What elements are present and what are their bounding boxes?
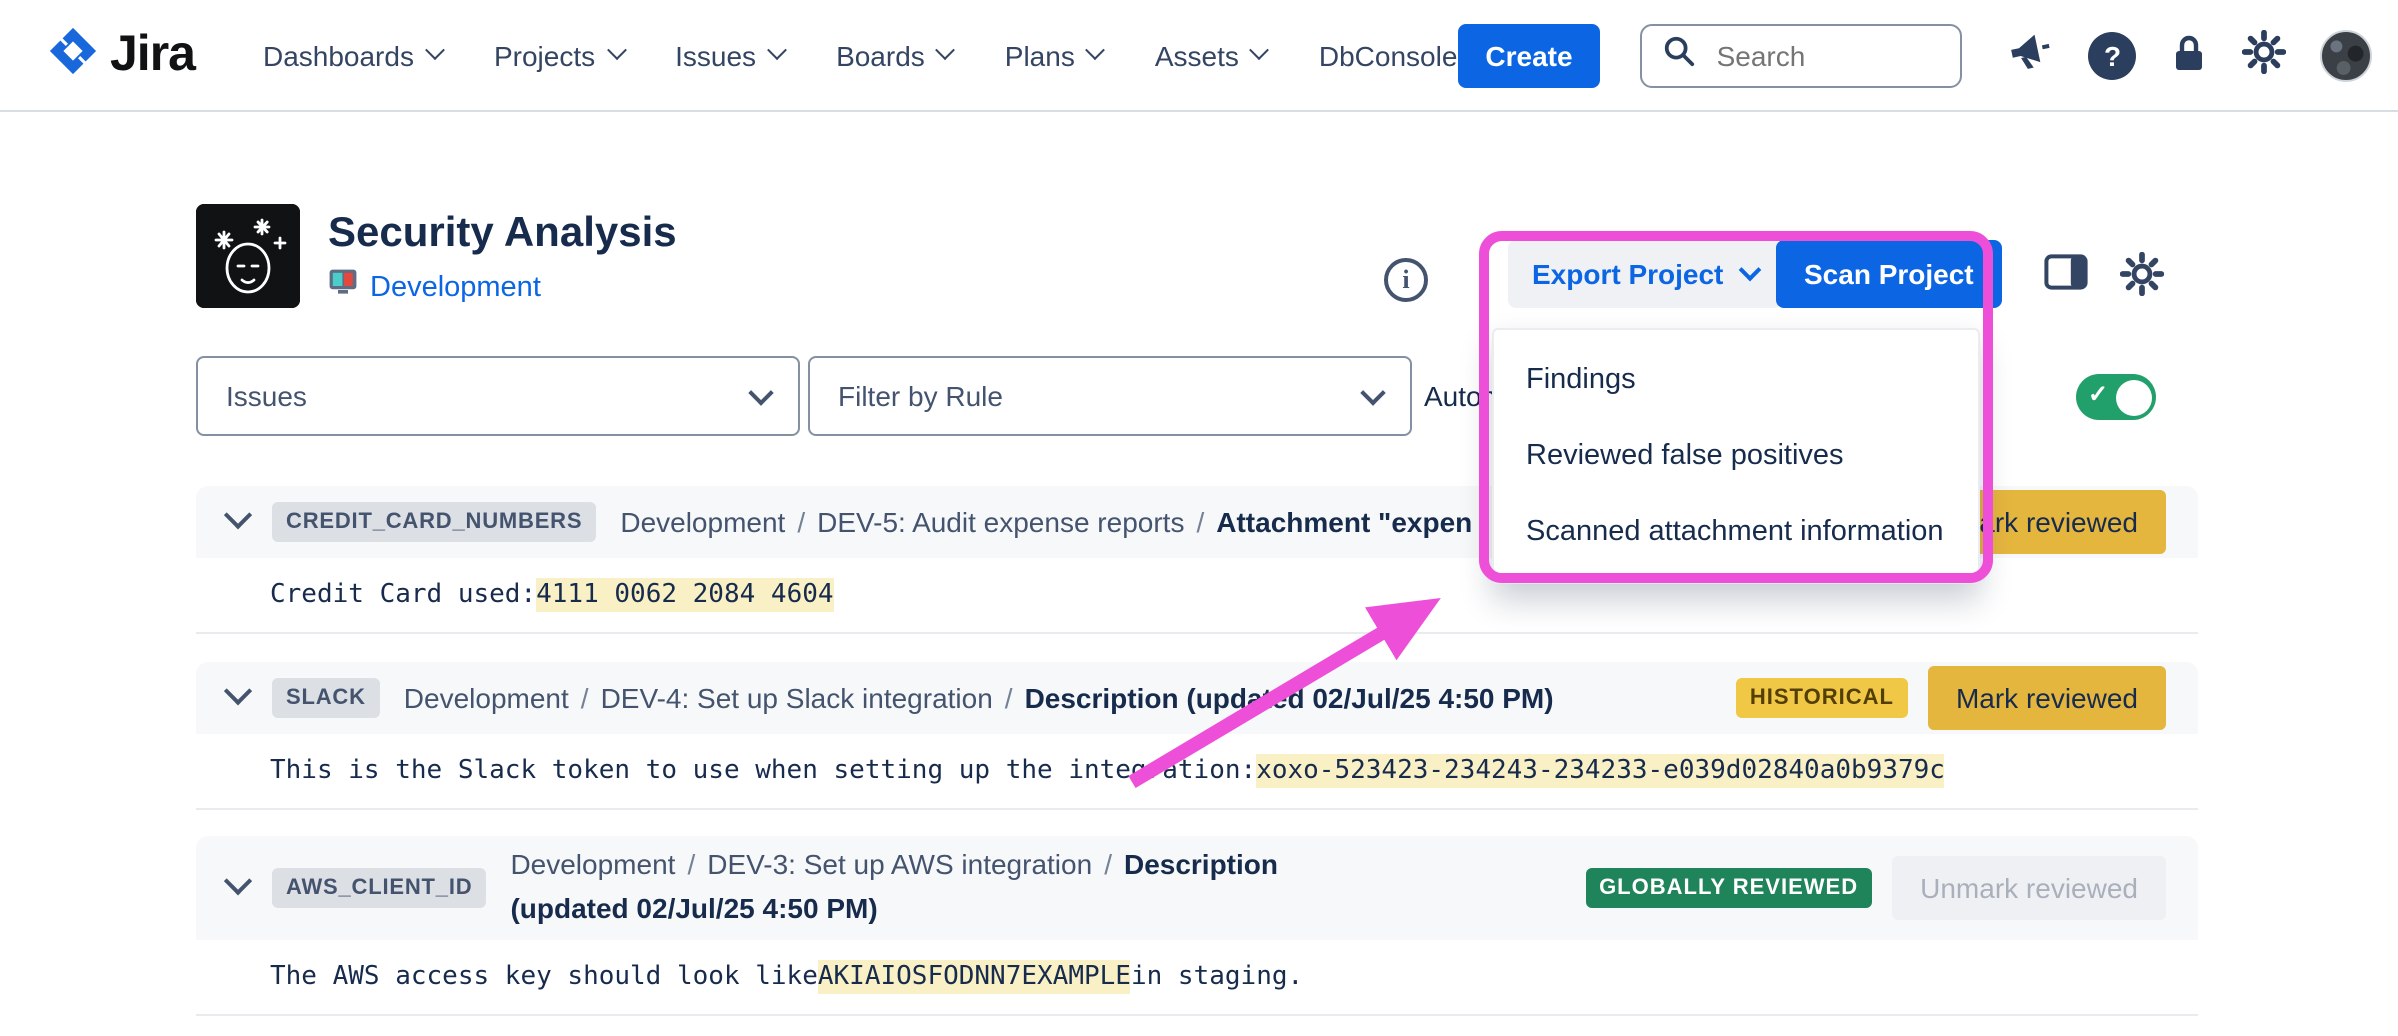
profile-button[interactable] bbox=[2321, 29, 2373, 81]
export-project-button[interactable]: Export Project bbox=[1508, 240, 1781, 308]
collapse-chevron-icon[interactable] bbox=[224, 501, 252, 529]
page-title: Security Analysis bbox=[328, 208, 677, 258]
finding-content: This is the Slack token to use when sett… bbox=[196, 734, 2198, 810]
nav-plans[interactable]: Plans bbox=[1005, 39, 1103, 71]
announcements-button[interactable] bbox=[2007, 30, 2055, 80]
collapse-chevron-icon[interactable] bbox=[224, 677, 252, 705]
nav-issues[interactable]: Issues bbox=[675, 39, 784, 71]
project-category-icon bbox=[328, 268, 358, 306]
finding-content: The AWS access key should look like AKIA… bbox=[196, 940, 2198, 1016]
nav-assets[interactable]: Assets bbox=[1155, 39, 1267, 71]
breadcrumb: Development/DEV-5: Audit expense reports… bbox=[620, 506, 1472, 538]
project-link[interactable]: Development bbox=[370, 271, 541, 303]
toggle-knob bbox=[2115, 379, 2151, 415]
jira-logo[interactable]: Jira bbox=[48, 25, 195, 85]
board-view-button[interactable] bbox=[2044, 254, 2088, 296]
nav-projects[interactable]: Projects bbox=[494, 39, 623, 71]
info-button[interactable]: i bbox=[1384, 258, 1428, 302]
chevron-down-icon bbox=[1086, 39, 1106, 59]
collapse-chevron-icon[interactable] bbox=[224, 867, 252, 895]
rule-badge: AWS_CLIENT_ID bbox=[272, 868, 486, 908]
top-navigation: Jira Dashboards Projects Issues Boards P… bbox=[0, 0, 2398, 112]
help-button[interactable]: ? bbox=[2089, 31, 2137, 79]
menu-item-scanned-attachment-information[interactable]: Scanned attachment information bbox=[1494, 494, 1978, 570]
megaphone-icon bbox=[2007, 30, 2055, 80]
detected-secret: 4111 0062 2084 4604 bbox=[536, 578, 833, 612]
mark-reviewed-button[interactable]: Mark reviewed bbox=[1928, 666, 2166, 730]
create-button[interactable]: Create bbox=[1457, 23, 1600, 87]
nav-dbconsole[interactable]: DbConsole bbox=[1319, 39, 1458, 71]
brand-name: Jira bbox=[110, 26, 195, 84]
question-mark-icon: ? bbox=[2089, 31, 2137, 79]
export-dropdown-menu: Findings Reviewed false positives Scanne… bbox=[1492, 328, 1980, 584]
menu-item-reviewed-false-positives[interactable]: Reviewed false positives bbox=[1494, 418, 1978, 494]
finding-card-aws: AWS_CLIENT_ID Development/DEV-3: Set up … bbox=[196, 836, 2198, 1016]
search-icon bbox=[1663, 33, 1697, 77]
chevron-down-icon bbox=[936, 39, 956, 59]
primary-nav: Dashboards Projects Issues Boards Plans … bbox=[263, 39, 1457, 71]
breadcrumb: Development/DEV-4: Set up Slack integrat… bbox=[404, 682, 1554, 714]
finding-header: SLACK Development/DEV-4: Set up Slack in… bbox=[196, 662, 2198, 734]
auto-review-toggle[interactable]: ✓ bbox=[2076, 374, 2156, 420]
nav-icon-cluster: ? bbox=[2007, 29, 2373, 81]
chevron-down-icon bbox=[1250, 39, 1270, 59]
detected-secret: xoxo-523423-234243-234233-e039d02840a0b9… bbox=[1256, 754, 1945, 788]
rule-badge: CREDIT_CARD_NUMBERS bbox=[272, 502, 596, 542]
nav-boards[interactable]: Boards bbox=[836, 39, 953, 71]
lock-icon bbox=[2171, 31, 2209, 79]
nav-dashboards[interactable]: Dashboards bbox=[263, 39, 442, 71]
jira-logo-icon bbox=[48, 25, 98, 85]
historical-badge: HISTORICAL bbox=[1736, 678, 1908, 718]
gear-icon bbox=[2120, 252, 2164, 302]
panel-layout-icon bbox=[2044, 254, 2088, 296]
finding-header: AWS_CLIENT_ID Development/DEV-3: Set up … bbox=[196, 836, 2198, 940]
chevron-down-icon bbox=[767, 39, 787, 59]
user-avatar bbox=[2321, 29, 2373, 81]
chevron-down-icon bbox=[425, 39, 445, 59]
globally-reviewed-badge: GLOBALLY REVIEWED bbox=[1585, 868, 1872, 908]
gear-icon bbox=[2243, 30, 2287, 80]
chevron-down-icon bbox=[606, 39, 626, 59]
menu-item-findings[interactable]: Findings bbox=[1494, 342, 1978, 418]
settings-button[interactable] bbox=[2243, 30, 2287, 80]
chevron-down-icon bbox=[1360, 379, 1385, 404]
page: Jira Dashboards Projects Issues Boards P… bbox=[0, 0, 2398, 1036]
info-icon: i bbox=[1402, 264, 1409, 296]
issues-select[interactable]: Issues bbox=[196, 356, 800, 436]
rule-badge: SLACK bbox=[272, 678, 380, 718]
check-icon: ✓ bbox=[2088, 380, 2108, 408]
project-settings-button[interactable] bbox=[2120, 252, 2164, 302]
filter-by-rule-select[interactable]: Filter by Rule bbox=[808, 356, 1412, 436]
chevron-down-icon bbox=[748, 379, 773, 404]
security-button[interactable] bbox=[2171, 31, 2209, 79]
scan-project-button[interactable]: Scan Project bbox=[1776, 240, 2002, 308]
project-avatar bbox=[196, 204, 300, 308]
search-input[interactable] bbox=[1713, 37, 1941, 73]
global-search[interactable] bbox=[1641, 23, 1963, 87]
chevron-down-icon bbox=[1738, 259, 1761, 282]
detected-secret: AKIAIOSFODNN7EXAMPLE bbox=[818, 960, 1131, 994]
unmark-reviewed-button[interactable]: Unmark reviewed bbox=[1892, 856, 2166, 920]
breadcrumb: Development/DEV-3: Set up AWS integratio… bbox=[510, 845, 1290, 932]
finding-card-slack: SLACK Development/DEV-4: Set up Slack in… bbox=[196, 662, 2198, 810]
project-titles: Security Analysis Development bbox=[328, 204, 677, 306]
project-header: Security Analysis Development bbox=[196, 204, 677, 308]
